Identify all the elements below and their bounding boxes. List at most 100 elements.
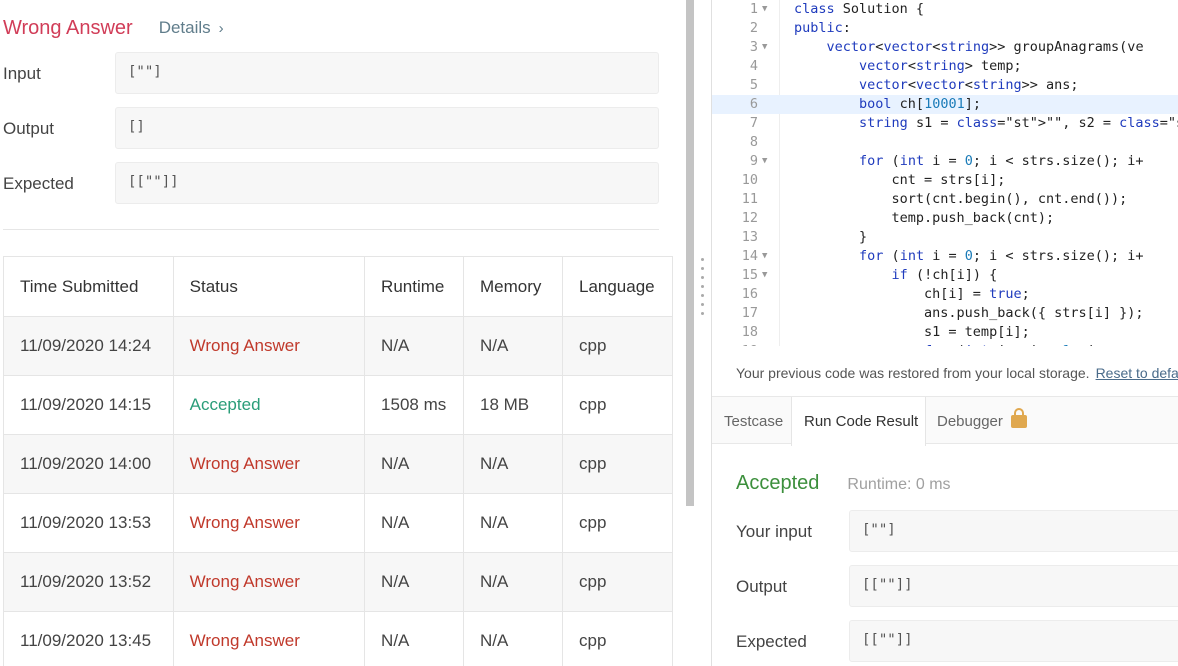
col-runtime[interactable]: Runtime (364, 256, 465, 317)
code-line[interactable]: 11 sort(cnt.begin(), cnt.end()); (712, 190, 1178, 209)
code-line[interactable]: 3 ▼ vector<vector<string>> groupAnagrams(… (712, 38, 1178, 57)
cell-status[interactable]: Accepted (172, 375, 366, 435)
cell-time: 11/09/2020 13:45 (3, 611, 174, 666)
lock-icon (1010, 408, 1027, 428)
cell-language: cpp (561, 434, 674, 494)
line-number: 10 (741, 172, 758, 188)
cell-runtime: N/A (364, 434, 465, 494)
tab-run-code-result-label[interactable]: Run Code Result (804, 413, 918, 430)
cell-time: 11/09/2020 13:53 (3, 493, 174, 553)
left-pane-scrollbar[interactable] (686, 0, 694, 506)
code-text: class Solution { (794, 1, 925, 17)
table-row[interactable]: 11/09/2020 14:00 Wrong Answer N/A N/A cpp (3, 434, 674, 494)
line-number: 16 (741, 286, 758, 302)
reset-to-default-link[interactable]: Reset to default (1096, 365, 1178, 381)
col-language[interactable]: Language (561, 256, 674, 317)
code-line[interactable]: 16 ch[i] = true; (712, 285, 1178, 304)
pane-resize-handle[interactable] (700, 258, 706, 318)
tab-testcase-label[interactable]: Testcase (724, 413, 783, 430)
code-line[interactable]: 8 (712, 133, 1178, 152)
code-line[interactable]: 17 ans.push_back({ strs[i] }); (712, 304, 1178, 323)
code-line[interactable]: 4 vector<string> temp; (712, 57, 1178, 76)
col-memory[interactable]: Memory (463, 256, 563, 317)
line-number: 15 (741, 267, 758, 283)
code-text: ch[i] = true; (794, 286, 1030, 302)
run-input-row: Your input [""] (736, 510, 1178, 552)
cell-memory: 18 MB (463, 375, 563, 435)
cell-status[interactable]: Wrong Answer (172, 434, 366, 494)
tab-debugger[interactable]: Debugger (926, 397, 1046, 445)
code-line[interactable]: 18 s1 = temp[i]; (712, 323, 1178, 342)
line-number: 7 (749, 115, 758, 131)
tab-run-code-result[interactable]: Run Code Result (791, 397, 926, 446)
code-text: vector<string> temp; (859, 58, 1022, 74)
input-row: Input [""] (3, 52, 659, 94)
line-number: 1 (749, 1, 758, 17)
code-line[interactable]: 14 ▼ for (int i = 0; i < strs.size(); i+ (712, 247, 1178, 266)
cell-status[interactable]: Wrong Answer (172, 552, 366, 612)
code-line[interactable]: 1 ▼ class Solution { (712, 0, 1178, 19)
run-expected-value: [[""]] (849, 620, 1178, 662)
line-number: 5 (749, 77, 758, 93)
code-line[interactable]: 2 public: (712, 19, 1178, 38)
code-line[interactable]: 5 vector<vector<string>> ans; (712, 76, 1178, 95)
code-line[interactable]: 6 bool ch[10001]; (712, 95, 1178, 114)
cell-language: cpp (561, 316, 674, 376)
line-number: 8 (749, 134, 758, 150)
table-row[interactable]: 11/09/2020 13:53 Wrong Answer N/A N/A cpp (3, 493, 674, 553)
cell-memory: N/A (463, 611, 563, 666)
cell-status[interactable]: Wrong Answer (172, 493, 366, 553)
cell-runtime: N/A (364, 552, 465, 612)
line-number: 13 (741, 229, 758, 245)
fold-arrow-icon[interactable]: ▼ (762, 247, 767, 266)
run-output-row: Output [[""]] (736, 565, 1178, 607)
output-row: Output [] (3, 107, 659, 149)
submission-result-pane: Wrong Answer Details › Input [""] Output … (0, 0, 686, 666)
line-number: 12 (741, 210, 758, 226)
cell-status[interactable]: Wrong Answer (172, 316, 366, 376)
details-label[interactable]: Details (159, 18, 211, 37)
line-number: 14 (741, 248, 758, 264)
code-line[interactable]: 7 string s1 = class="st">"", s2 = class=… (712, 114, 1178, 133)
expected-row: Expected [[""]] (3, 162, 659, 204)
input-value: [""] (115, 52, 659, 94)
output-value: [] (115, 107, 659, 149)
details-link[interactable]: Details › (159, 18, 224, 38)
fold-arrow-icon[interactable]: ▼ (762, 152, 767, 171)
code-text: sort(cnt.begin(), cnt.end()); (794, 191, 1128, 207)
expected-value: [[""]] (115, 162, 659, 204)
fold-arrow-icon[interactable]: ▼ (762, 0, 767, 19)
table-row[interactable]: 11/09/2020 13:52 Wrong Answer N/A N/A cpp (3, 552, 674, 612)
col-time-submitted[interactable]: Time Submitted (3, 256, 174, 317)
table-row[interactable]: 11/09/2020 14:24 Wrong Answer N/A N/A cpp (3, 316, 674, 376)
line-number: 4 (749, 58, 758, 74)
code-line[interactable]: 15 ▼ if (!ch[i]) { (712, 266, 1178, 285)
cell-time: 11/09/2020 14:00 (3, 434, 174, 494)
cell-language: cpp (561, 375, 674, 435)
code-line[interactable]: 13 } (712, 228, 1178, 247)
code-text: ans.push_back({ strs[i] }); (794, 305, 1144, 321)
cell-language: cpp (561, 611, 674, 666)
code-editor[interactable]: 1 ▼ class Solution {2 public: 3 ▼ vector<vect… (712, 0, 1178, 346)
result-header: Wrong Answer Details › (3, 14, 224, 42)
code-line[interactable]: 10 cnt = strs[i]; (712, 171, 1178, 190)
table-row[interactable]: 11/09/2020 13:45 Wrong Answer N/A N/A cpp (3, 611, 674, 666)
line-number: 11 (741, 191, 758, 207)
code-text: temp.push_back(cnt); (794, 210, 1055, 226)
fold-arrow-icon[interactable]: ▼ (762, 38, 767, 57)
code-line[interactable]: 9 ▼ for (int i = 0; i < strs.size(); i+ (712, 152, 1178, 171)
tab-testcase[interactable]: Testcase (712, 397, 792, 445)
cell-memory: N/A (463, 552, 563, 612)
divider (3, 229, 659, 230)
cell-runtime: N/A (364, 493, 465, 553)
col-status[interactable]: Status (172, 256, 366, 317)
code-line[interactable]: 12 temp.push_back(cnt); (712, 209, 1178, 228)
cell-memory: N/A (463, 316, 563, 376)
fold-arrow-icon[interactable]: ▼ (762, 266, 767, 285)
cell-status[interactable]: Wrong Answer (172, 611, 366, 666)
table-row[interactable]: 11/09/2020 14:15 Accepted 1508 ms 18 MB cpp (3, 375, 674, 435)
line-number: 17 (741, 305, 758, 321)
code-text: public: (794, 20, 851, 36)
tab-debugger-label[interactable]: Debugger (937, 413, 1003, 430)
line-number: 2 (749, 20, 758, 36)
